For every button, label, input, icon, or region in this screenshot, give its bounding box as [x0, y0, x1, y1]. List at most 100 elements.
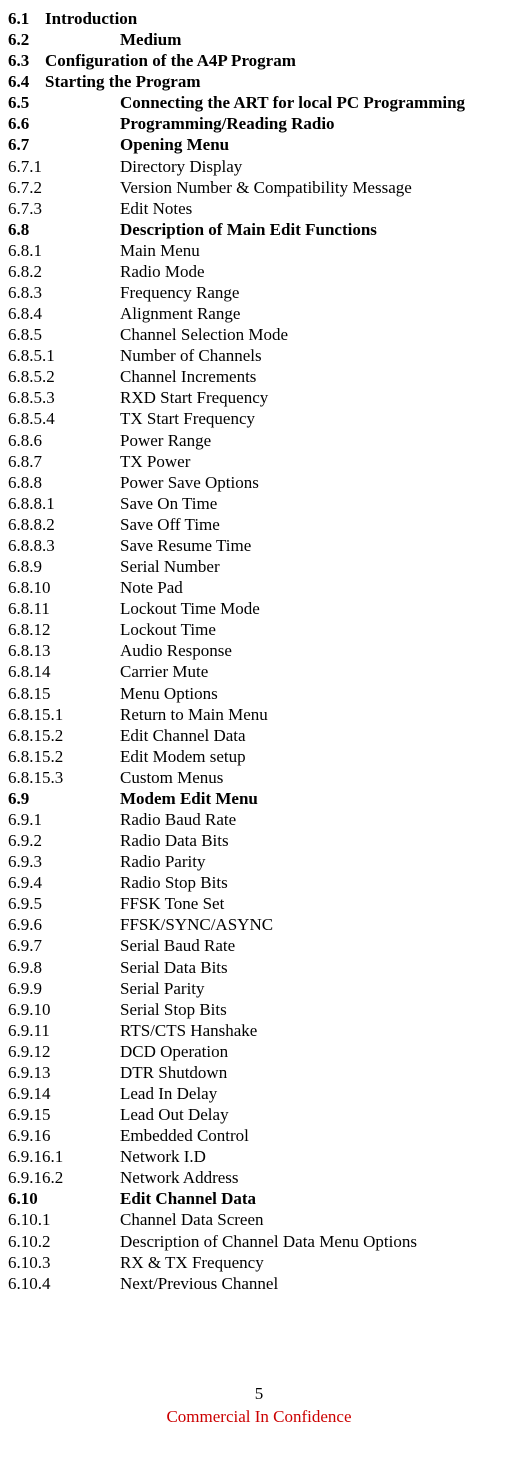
toc-entry-title: Configuration of the A4P Program — [45, 50, 296, 71]
toc-entry: 6.8.15.1Return to Main Menu — [8, 704, 518, 725]
toc-entry: 6.8.15.2Edit Modem setup — [8, 746, 518, 767]
toc-entry: 6.8.8.1Save On Time — [8, 493, 518, 514]
toc-entry: 6.9.11RTS/CTS Hanshake — [8, 1020, 518, 1041]
toc-entry: 6.9.10Serial Stop Bits — [8, 999, 518, 1020]
toc-entry: 6.8.1Main Menu — [8, 240, 518, 261]
toc-entry-title: Return to Main Menu — [120, 704, 268, 725]
toc-entry: 6.7.2Version Number & Compatibility Mess… — [8, 177, 518, 198]
toc-entry-number: 6.8.13 — [8, 640, 120, 661]
toc-entry: 6.8.5.4TX Start Frequency — [8, 408, 518, 429]
toc-entry-number: 6.8.15.2 — [8, 725, 120, 746]
toc-entry-number: 6.7.1 — [8, 156, 120, 177]
toc-entry-title: Edit Channel Data — [120, 1188, 256, 1209]
toc-entry-number: 6.9.5 — [8, 893, 120, 914]
toc-entry: 6.8.5.2Channel Increments — [8, 366, 518, 387]
toc-entry-number: 6.2 — [8, 29, 120, 50]
toc-entry-title: Programming/Reading Radio — [120, 113, 335, 134]
toc-entry: 6.8.2Radio Mode — [8, 261, 518, 282]
toc-entry-number: 6.5 — [8, 92, 120, 113]
toc-entry: 6.8.12Lockout Time — [8, 619, 518, 640]
toc-entry-number: 6.8.5.1 — [8, 345, 120, 366]
toc-entry: 6.7.1Directory Display — [8, 156, 518, 177]
toc-entry: 6.4Starting the Program — [8, 71, 518, 92]
toc-entry-title: Version Number & Compatibility Message — [120, 177, 412, 198]
toc-entry-number: 6.9.16 — [8, 1125, 120, 1146]
toc-entry-number: 6.9.13 — [8, 1062, 120, 1083]
toc-entry-title: Lockout Time — [120, 619, 216, 640]
toc-entry: 6.8.3Frequency Range — [8, 282, 518, 303]
toc-entry-title: Channel Data Screen — [120, 1209, 264, 1230]
toc-entry-number: 6.8.4 — [8, 303, 120, 324]
toc-entry-title: Modem Edit Menu — [120, 788, 258, 809]
toc-entry-number: 6.8.15.2 — [8, 746, 120, 767]
toc-entry-number: 6.10.4 — [8, 1273, 120, 1294]
toc-entry-title: Next/Previous Channel — [120, 1273, 278, 1294]
toc-entry-title: Medium — [120, 29, 181, 50]
toc-entry-number: 6.8.6 — [8, 430, 120, 451]
toc-entry: 6.8.14Carrier Mute — [8, 661, 518, 682]
toc-entry-number: 6.8.5 — [8, 324, 120, 345]
toc-entry-title: TX Power — [120, 451, 190, 472]
toc-entry: 6.8.15Menu Options — [8, 683, 518, 704]
toc-entry-number: 6.8.8.2 — [8, 514, 120, 535]
toc-entry: 6.9.9Serial Parity — [8, 978, 518, 999]
toc-entry: 6.8.15.3Custom Menus — [8, 767, 518, 788]
toc-entry: 6.5Connecting the ART for local PC Progr… — [8, 92, 518, 113]
table-of-contents: 6.1Introduction6.2Medium6.3Configuration… — [8, 8, 518, 1294]
toc-entry-number: 6.8.8.1 — [8, 493, 120, 514]
toc-entry: 6.8.5Channel Selection Mode — [8, 324, 518, 345]
toc-entry: 6.7.3Edit Notes — [8, 198, 518, 219]
page-number: 5 — [0, 1383, 518, 1404]
toc-entry-title: Serial Stop Bits — [120, 999, 227, 1020]
toc-entry-number: 6.8.12 — [8, 619, 120, 640]
toc-entry-title: Connecting the ART for local PC Programm… — [120, 92, 465, 113]
toc-entry-number: 6.9 — [8, 788, 120, 809]
toc-entry-number: 6.9.10 — [8, 999, 120, 1020]
toc-entry: 6.3Configuration of the A4P Program — [8, 50, 518, 71]
toc-entry-number: 6.7.2 — [8, 177, 120, 198]
toc-entry-number: 6.8.7 — [8, 451, 120, 472]
toc-entry: 6.9.4Radio Stop Bits — [8, 872, 518, 893]
toc-entry-title: Power Range — [120, 430, 211, 451]
toc-entry: 6.8Description of Main Edit Functions — [8, 219, 518, 240]
toc-entry: 6.2Medium — [8, 29, 518, 50]
toc-entry-title: FFSK/SYNC/ASYNC — [120, 914, 273, 935]
toc-entry-number: 6.8.5.3 — [8, 387, 120, 408]
toc-entry-number: 6.9.2 — [8, 830, 120, 851]
toc-entry-title: Introduction — [45, 8, 137, 29]
toc-entry-title: Audio Response — [120, 640, 232, 661]
toc-entry: 6.9.7Serial Baud Rate — [8, 935, 518, 956]
toc-entry-title: Lead Out Delay — [120, 1104, 229, 1125]
toc-entry-title: Radio Baud Rate — [120, 809, 236, 830]
toc-entry-title: Embedded Control — [120, 1125, 249, 1146]
toc-entry-number: 6.9.14 — [8, 1083, 120, 1104]
toc-entry: 6.10.4Next/Previous Channel — [8, 1273, 518, 1294]
toc-entry-title: Directory Display — [120, 156, 242, 177]
toc-entry-title: Edit Notes — [120, 198, 192, 219]
toc-entry: 6.8.6Power Range — [8, 430, 518, 451]
toc-entry-title: Radio Mode — [120, 261, 205, 282]
toc-entry-number: 6.10.3 — [8, 1252, 120, 1273]
toc-entry-title: Menu Options — [120, 683, 218, 704]
toc-entry-title: Edit Modem setup — [120, 746, 246, 767]
toc-entry: 6.9.8Serial Data Bits — [8, 957, 518, 978]
toc-entry: 6.10.3RX & TX Frequency — [8, 1252, 518, 1273]
toc-entry-number: 6.8 — [8, 219, 120, 240]
toc-entry-number: 6.9.6 — [8, 914, 120, 935]
toc-entry-title: Save On Time — [120, 493, 217, 514]
toc-entry: 6.8.4Alignment Range — [8, 303, 518, 324]
toc-entry-title: Carrier Mute — [120, 661, 208, 682]
toc-entry-title: Radio Parity — [120, 851, 205, 872]
toc-entry-title: Starting the Program — [45, 71, 201, 92]
toc-entry-title: Network Address — [120, 1167, 239, 1188]
toc-entry-number: 6.8.9 — [8, 556, 120, 577]
toc-entry-number: 6.8.15.3 — [8, 767, 120, 788]
toc-entry-number: 6.8.15.1 — [8, 704, 120, 725]
toc-entry-number: 6.9.9 — [8, 978, 120, 999]
toc-entry-title: Serial Parity — [120, 978, 205, 999]
toc-entry-title: Custom Menus — [120, 767, 223, 788]
toc-entry-number: 6.10.2 — [8, 1231, 120, 1252]
toc-entry-number: 6.9.4 — [8, 872, 120, 893]
toc-entry: 6.8.7TX Power — [8, 451, 518, 472]
toc-entry-number: 6.9.15 — [8, 1104, 120, 1125]
